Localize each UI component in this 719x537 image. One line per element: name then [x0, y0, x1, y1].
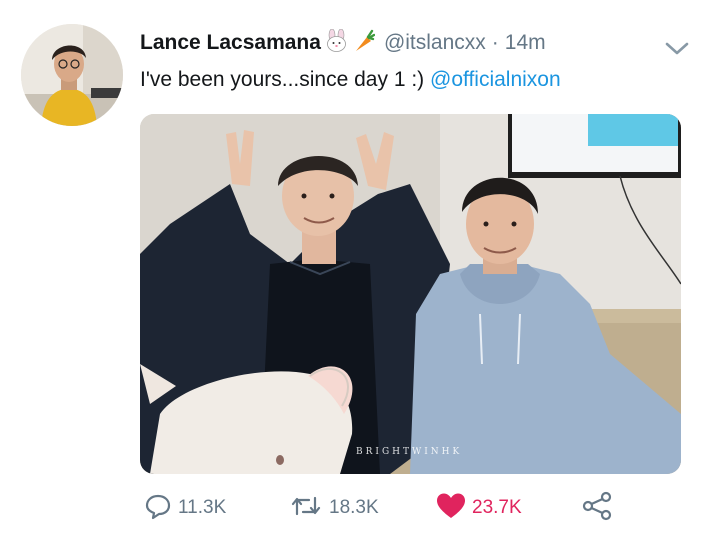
tweet-timestamp[interactable]: 14m — [505, 31, 546, 55]
mention-link[interactable]: @officialnixon — [430, 68, 561, 91]
carrot-icon — [353, 29, 376, 58]
reply-count: 11.3K — [178, 497, 227, 518]
reply-button[interactable]: 11.3K — [144, 490, 226, 526]
tweet-header: Lance Lacsamana @itslancxx · 14m — [140, 28, 546, 58]
like-button[interactable]: 23.7K — [436, 490, 522, 526]
tweet-body: I've been yours...since day 1 :) — [140, 68, 430, 91]
avatar[interactable] — [21, 24, 123, 126]
display-name[interactable]: Lance Lacsamana — [140, 31, 321, 55]
retweet-button[interactable]: 18.3K — [289, 490, 379, 526]
photo-illustration — [140, 114, 681, 474]
user-handle[interactable]: @itslancxx — [384, 31, 486, 55]
like-count: 23.7K — [472, 497, 522, 518]
separator-dot: · — [491, 31, 499, 54]
tweet-photo[interactable]: BRIGHTWINHK — [140, 114, 681, 474]
reply-icon — [144, 492, 172, 525]
share-button[interactable] — [581, 490, 613, 526]
rabbit-face-icon — [324, 28, 350, 58]
heart-icon — [436, 492, 466, 525]
retweet-count: 18.3K — [329, 497, 379, 518]
photo-watermark: BRIGHTWINHK — [356, 447, 463, 457]
tweet-text: I've been yours...since day 1 :) @offici… — [140, 68, 561, 92]
retweet-icon — [289, 492, 323, 525]
chevron-down-icon[interactable] — [663, 38, 691, 58]
share-icon — [581, 491, 613, 526]
tweet-actions: 11.3K 18.3K 23.7K — [0, 490, 719, 526]
